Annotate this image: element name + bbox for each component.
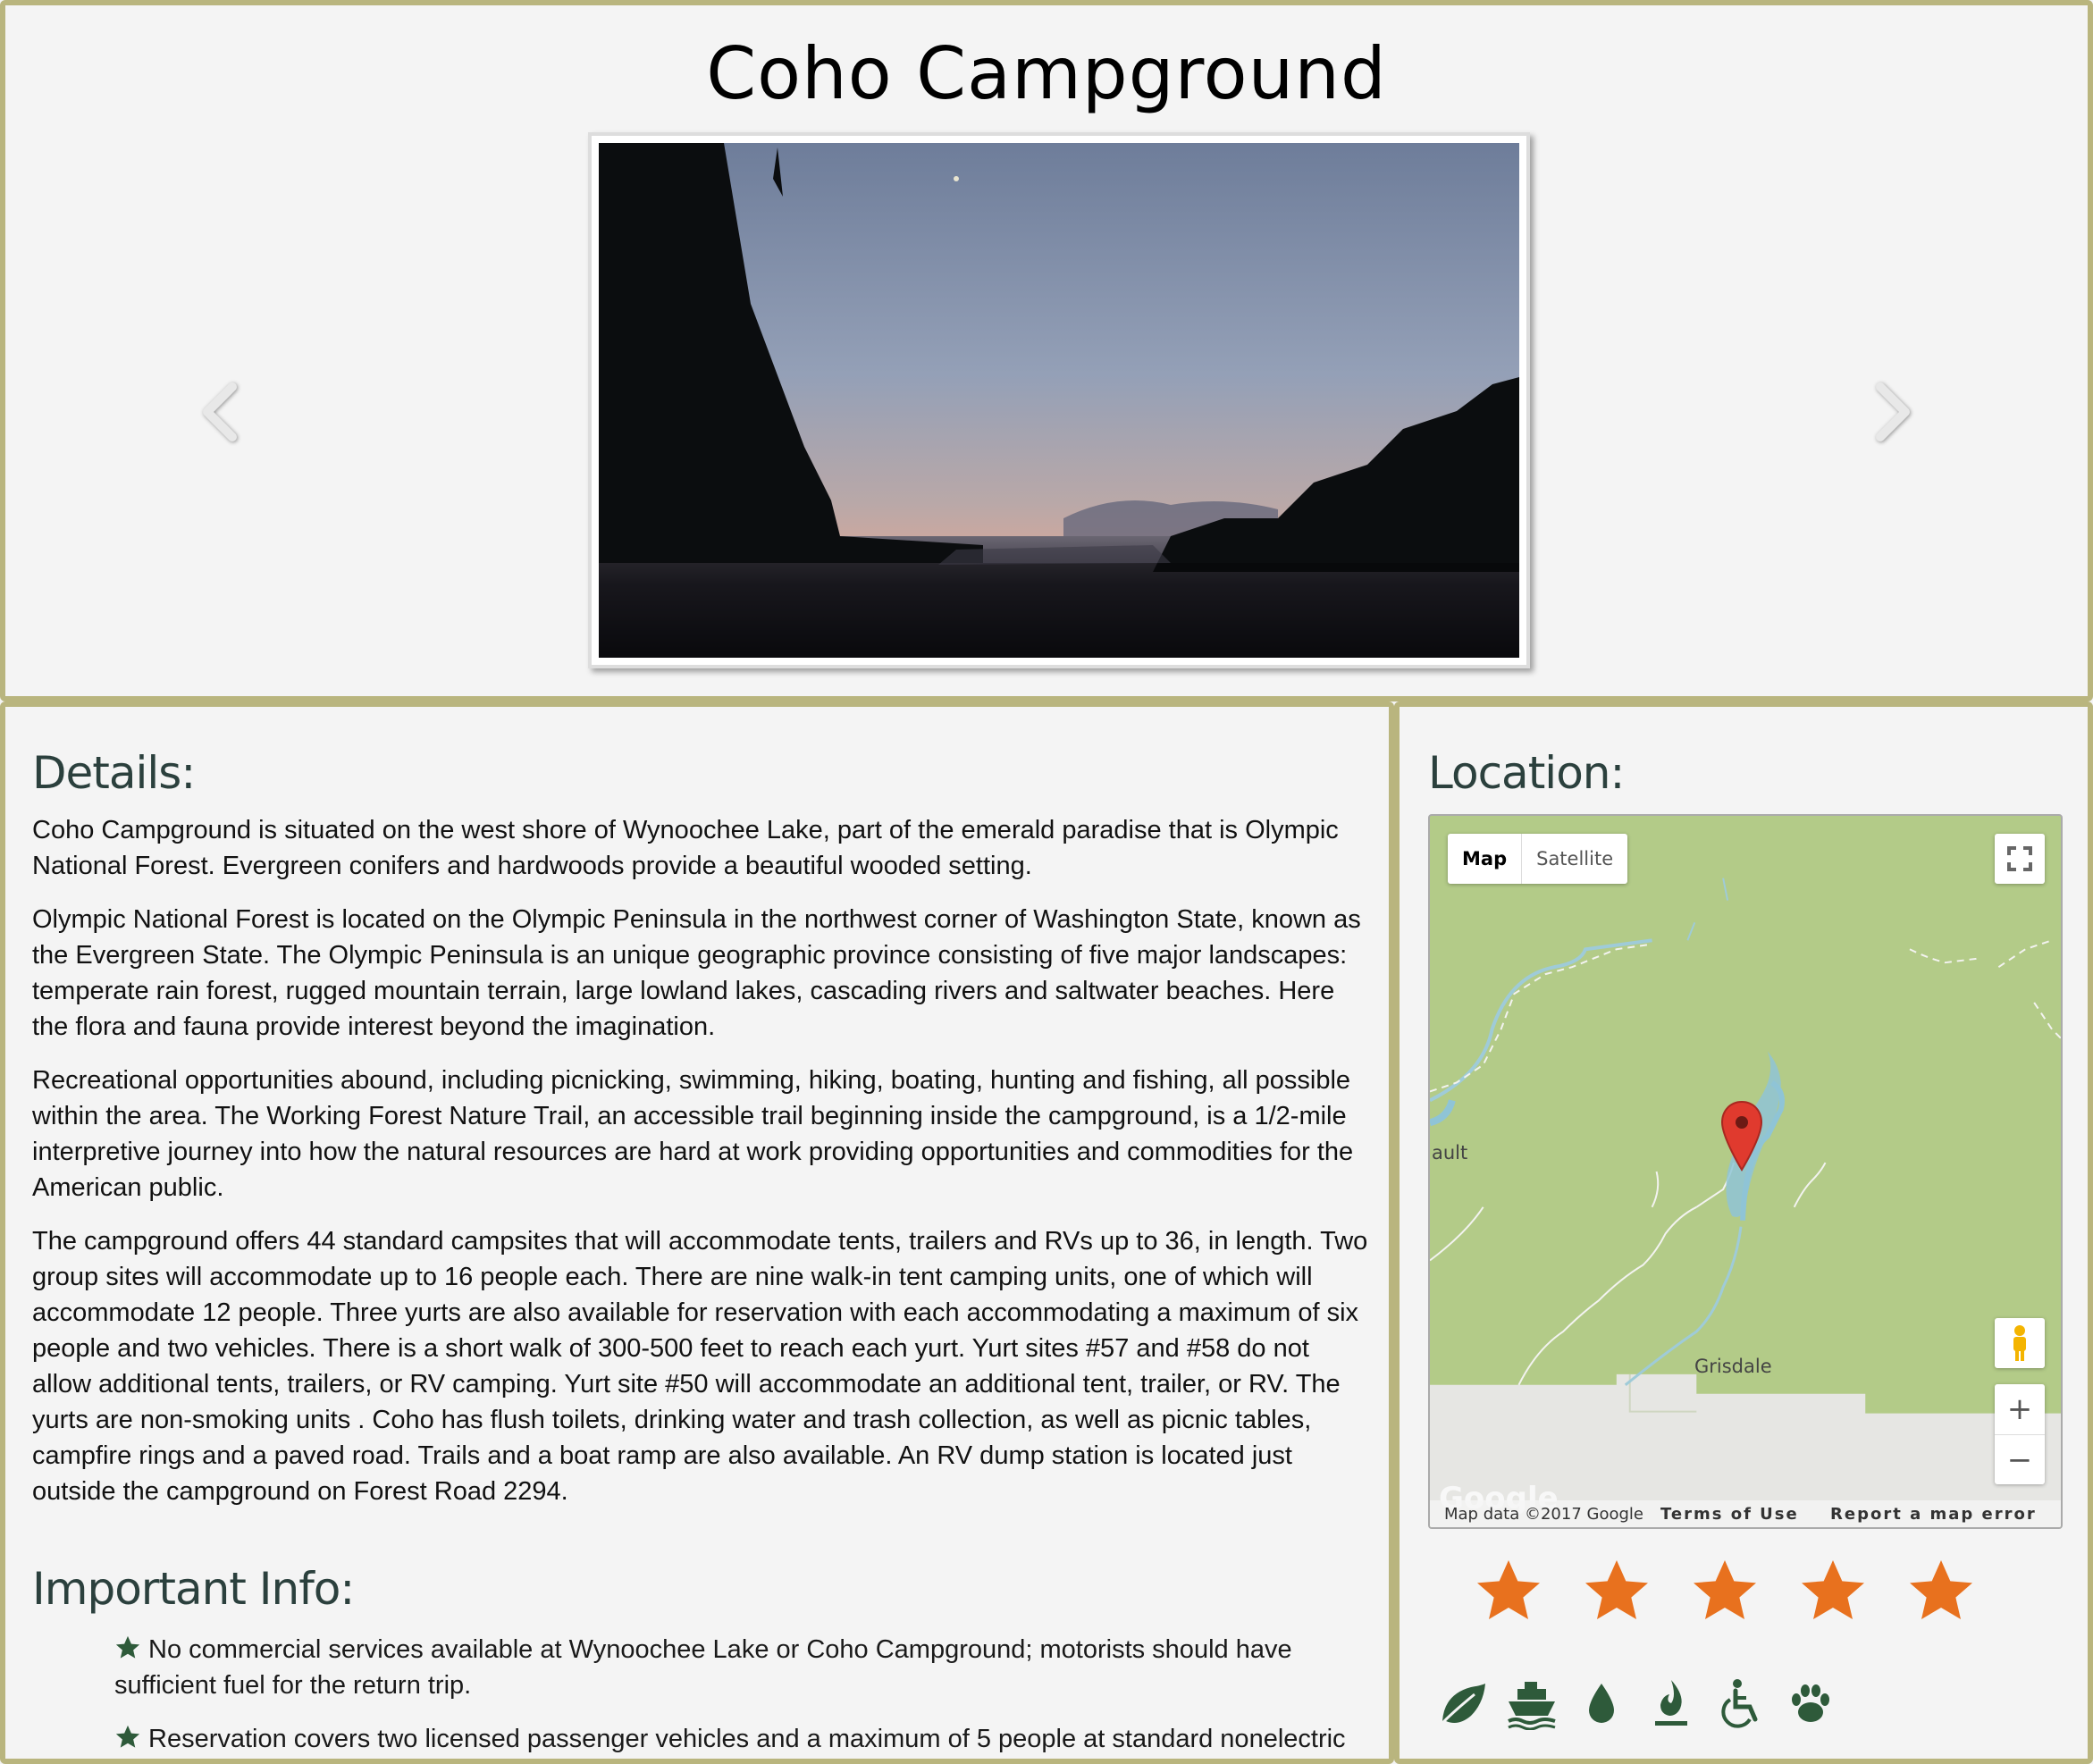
google-map[interactable]: Map Satellite ault Grisdale + − Google M… — [1428, 814, 2063, 1529]
terms-of-use-link[interactable]: Terms of Use — [1660, 1505, 1799, 1524]
street-view-pegman-button[interactable] — [1995, 1318, 2045, 1368]
wheelchair-icon — [1721, 1679, 1758, 1728]
details-paragraph: Coho Campground is situated on the west … — [32, 816, 1339, 880]
fullscreen-button[interactable] — [1995, 834, 2045, 884]
list-item: Reservation covers two licensed passenge… — [114, 1721, 1366, 1759]
important-info-list: No commercial services available at Wyno… — [114, 1632, 1366, 1759]
zoom-in-button[interactable]: + — [1995, 1384, 2045, 1435]
water-drop-icon — [1589, 1684, 1614, 1723]
paw-icon — [1792, 1684, 1829, 1722]
important-info-text: No commercial services available at Wyno… — [114, 1635, 1292, 1700]
sunset-lake-image — [599, 143, 1519, 658]
location-panel: Location: Map Satellite ault Grisdale + … — [1394, 701, 2093, 1764]
details-paragraph: Olympic National Forest is located on th… — [32, 905, 1361, 1041]
details-paragraph: Recreational opportunities abound, inclu… — [32, 1066, 1354, 1202]
map-type-map-button[interactable]: Map — [1448, 834, 1523, 884]
map-data-credit: Map data ©2017 Google — [1444, 1505, 1643, 1524]
details-paragraph: The campground offers 44 standard campsi… — [32, 1227, 1368, 1506]
star-icon — [1585, 1560, 1648, 1619]
star-icon — [1910, 1560, 1972, 1619]
chevron-right-icon — [1876, 382, 1910, 441]
carousel-prev-button[interactable] — [193, 376, 247, 448]
important-info-heading: Important Info: — [32, 1563, 355, 1615]
hero-panel: Coho Campground — [0, 0, 2093, 701]
star-bullet-icon — [115, 1725, 140, 1748]
boat-icon — [1508, 1682, 1556, 1730]
page-title: Coho Campground — [706, 32, 1387, 115]
location-heading: Location: — [1428, 747, 1625, 799]
carousel-next-button[interactable] — [1866, 376, 1920, 448]
details-heading: Details: — [32, 747, 196, 799]
fullscreen-icon — [2007, 846, 2032, 871]
details-panel: Details: Coho Campground is situated on … — [0, 701, 1394, 1764]
map-type-control: Map Satellite — [1448, 834, 1628, 884]
campground-photo — [588, 132, 1530, 668]
map-place-label: ault — [1432, 1142, 1468, 1163]
zoom-out-button[interactable]: − — [1995, 1435, 2045, 1485]
map-place-label: Grisdale — [1694, 1356, 1772, 1377]
chevron-left-icon — [203, 382, 237, 441]
star-icon — [1477, 1560, 1540, 1619]
map-terrain — [1430, 816, 2061, 1527]
map-marker-icon[interactable] — [1719, 1100, 1764, 1172]
campfire-icon — [1655, 1680, 1687, 1726]
report-map-error-link[interactable]: Report a map error — [1830, 1505, 2037, 1524]
star-icon — [1802, 1560, 1864, 1619]
star-bullet-icon — [115, 1635, 140, 1659]
star-icon — [1694, 1560, 1756, 1619]
zoom-control: + − — [1995, 1384, 2045, 1484]
map-attribution: Map data ©2017 Google Terms of Use Repor… — [1430, 1500, 2061, 1527]
star-rating — [1473, 1556, 2009, 1636]
pegman-icon — [2013, 1325, 2026, 1361]
leaf-icon — [1441, 1684, 1485, 1725]
amenities-icons — [1435, 1676, 2061, 1739]
map-type-satellite-button[interactable]: Satellite — [1522, 834, 1627, 884]
important-info-text: Reservation covers two licensed passenge… — [148, 1725, 1346, 1753]
list-item: No commercial services available at Wyno… — [114, 1632, 1366, 1703]
details-body: Coho Campground is situated on the west … — [32, 812, 1373, 1527]
